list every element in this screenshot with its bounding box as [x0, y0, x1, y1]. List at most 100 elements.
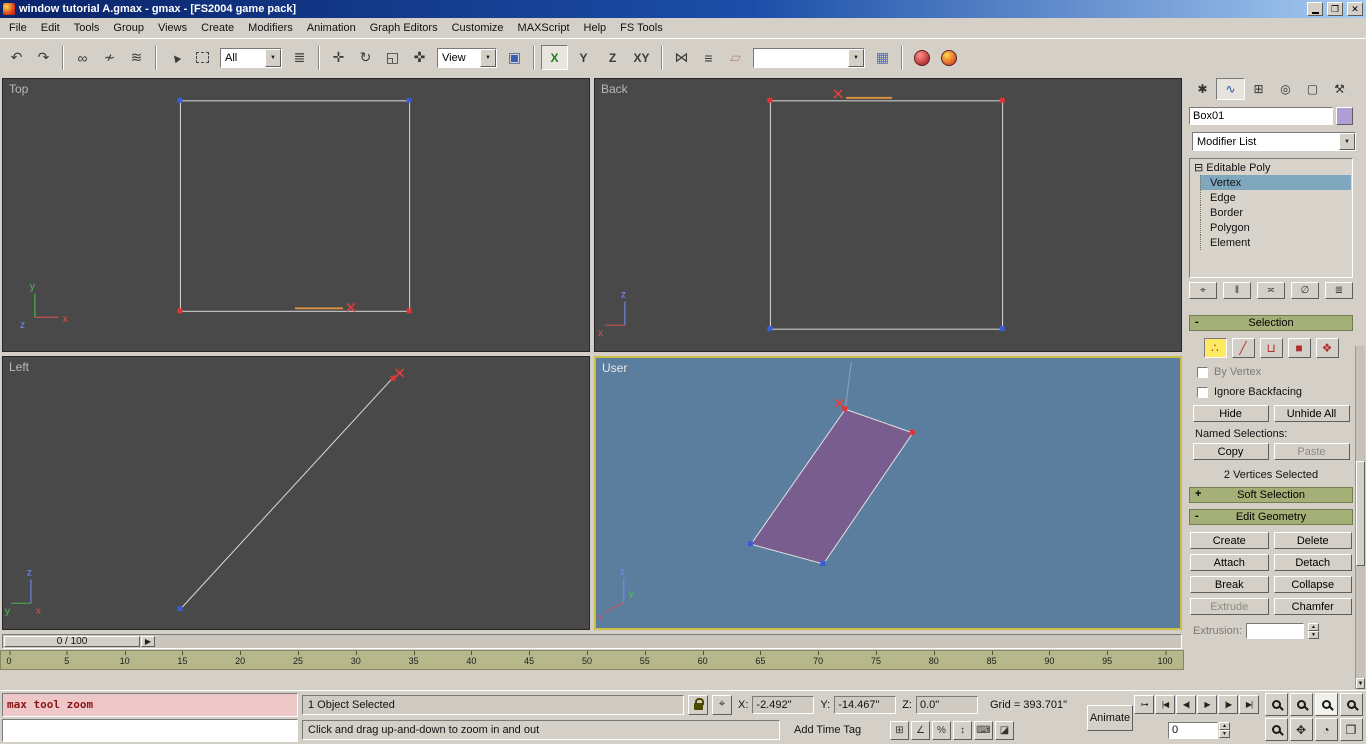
viewport-top[interactable]: Top — [2, 78, 590, 352]
create-button[interactable]: Create — [1190, 532, 1269, 549]
keyboard-override-icon[interactable]: ⌨ — [974, 721, 993, 740]
menu-item-file[interactable]: File — [2, 19, 34, 37]
track-bar[interactable]: 0510152025303540455055606570758085909510… — [0, 650, 1184, 670]
by-vertex-checkbox[interactable] — [1197, 367, 1208, 378]
scrollbar-down-button[interactable]: ▼ — [1356, 678, 1365, 689]
chevron-down-icon[interactable]: ▼ — [480, 49, 496, 67]
select-and-move-icon[interactable]: ✛ — [326, 45, 351, 70]
coord-z-field[interactable]: 0.0" — [916, 696, 978, 714]
scrollbar-thumb[interactable] — [1356, 461, 1365, 566]
border-mode-icon[interactable]: ⊔ — [1260, 338, 1283, 358]
menu-item-tools[interactable]: Tools — [67, 19, 107, 37]
collapse-button[interactable]: Collapse — [1274, 576, 1353, 593]
percent-snap-icon[interactable]: % — [932, 721, 951, 740]
menu-item-customize[interactable]: Customize — [445, 19, 511, 37]
configure-modifier-sets-icon[interactable]: ≣ — [1325, 282, 1353, 299]
undo-icon[interactable]: ↶ — [4, 45, 29, 70]
listener-script-line[interactable] — [2, 719, 298, 743]
detach-button[interactable]: Detach — [1274, 554, 1353, 571]
zoom-extents-all-icon[interactable] — [1340, 693, 1363, 716]
tab-modify[interactable]: ∿ — [1216, 78, 1245, 100]
object-name-field[interactable]: Box01 — [1189, 107, 1333, 125]
extrusion-spinner[interactable]: ▲▼ — [1308, 623, 1319, 639]
viewport-left[interactable]: Left z y — [2, 356, 590, 630]
animate-button[interactable]: Animate — [1087, 705, 1133, 731]
select-and-manipulate-icon[interactable]: ✜ — [407, 45, 432, 70]
axis-constraint-y-button[interactable]: Y — [570, 45, 597, 70]
listener-macro-line[interactable]: max tool zoom — [2, 693, 298, 717]
panel-scrollbar[interactable]: ▼ — [1355, 346, 1365, 689]
window-minimize-button[interactable] — [1307, 2, 1323, 16]
spinner-up-icon[interactable]: ▲ — [1308, 623, 1319, 631]
spinner-snap-icon[interactable]: ↕ — [953, 721, 972, 740]
viewport-user-canvas[interactable]: z x y — [596, 358, 1180, 628]
stack-item-editable-poly[interactable]: ⊟ Editable Poly — [1191, 160, 1351, 175]
edge-mode-icon[interactable]: ╱ — [1232, 338, 1255, 358]
array-icon[interactable]: ▦ — [870, 45, 895, 70]
modifier-list-dropdown[interactable]: Modifier List ▼ — [1192, 132, 1356, 151]
angle-snap-icon[interactable]: ∠ — [911, 721, 930, 740]
element-mode-icon[interactable]: ❖ — [1316, 338, 1339, 358]
gizmo-x-marker[interactable] — [347, 303, 355, 311]
menu-item-create[interactable]: Create — [194, 19, 241, 37]
gizmo-x-marker[interactable] — [396, 369, 404, 377]
time-slider-advance-button[interactable]: ▶ — [141, 636, 155, 647]
extrude-button[interactable]: Extrude — [1190, 598, 1269, 615]
viewport-user[interactable]: User — [594, 356, 1182, 630]
select-and-rotate-icon[interactable]: ↻ — [353, 45, 378, 70]
show-end-result-icon[interactable]: ‖ — [1223, 282, 1251, 299]
snaps-toggle-icon[interactable]: ⊞ — [890, 721, 909, 740]
go-to-end-button[interactable]: ▶| — [1239, 695, 1259, 714]
stack-item-border[interactable]: Border — [1200, 205, 1351, 220]
reference-coordinate-dropdown[interactable]: View▼ — [437, 48, 497, 68]
menu-item-views[interactable]: Views — [151, 19, 194, 37]
select-and-link-icon[interactable]: ∞ — [70, 45, 95, 70]
menu-item-animation[interactable]: Animation — [300, 19, 363, 37]
named-selection-sets-dropdown[interactable]: ▼ — [753, 48, 865, 68]
attach-button[interactable]: Attach — [1190, 554, 1269, 571]
stack-item-element[interactable]: Element — [1200, 235, 1351, 250]
tab-motion[interactable]: ◎ — [1272, 78, 1299, 100]
extrusion-field[interactable] — [1246, 623, 1304, 639]
fs-tools-render-icon[interactable] — [936, 45, 961, 70]
add-time-tag-label[interactable]: Add Time Tag — [794, 724, 880, 736]
coord-x-field[interactable]: -2.492" — [752, 696, 814, 714]
tab-hierarchy[interactable]: ⊞ — [1245, 78, 1272, 100]
material-editor-icon[interactable] — [909, 45, 934, 70]
chevron-down-icon[interactable]: ▼ — [848, 49, 864, 67]
select-and-scale-icon[interactable]: ◱ — [380, 45, 405, 70]
spinner-up-icon[interactable]: ▲ — [1219, 722, 1230, 730]
chamfer-button[interactable]: Chamfer — [1274, 598, 1353, 615]
degradation-toggle-icon[interactable]: ◪ — [995, 721, 1014, 740]
frame-number-field[interactable]: 0 — [1168, 722, 1218, 739]
viewport-top-canvas[interactable]: y x z — [3, 79, 589, 351]
zoom-icon[interactable] — [1265, 693, 1288, 716]
menu-item-graph-editors[interactable]: Graph Editors — [363, 19, 445, 37]
break-button[interactable]: Break — [1190, 576, 1269, 593]
absolute-mode-button[interactable]: ⌖ — [712, 695, 732, 715]
zoom-all-icon[interactable] — [1290, 693, 1313, 716]
remove-modifier-icon[interactable]: ∅ — [1291, 282, 1319, 299]
chevron-down-icon[interactable]: ▼ — [1339, 133, 1355, 150]
time-slider-thumb[interactable]: 0 / 100 — [4, 636, 140, 647]
stack-item-edge[interactable]: Edge — [1200, 190, 1351, 205]
spinner-down-icon[interactable]: ▼ — [1308, 631, 1319, 639]
menu-item-edit[interactable]: Edit — [34, 19, 67, 37]
play-button[interactable]: ▶ — [1197, 695, 1217, 714]
viewport-back[interactable]: Back — [594, 78, 1182, 352]
redo-icon[interactable]: ↷ — [31, 45, 56, 70]
gizmo-x-marker[interactable] — [834, 90, 842, 98]
pin-stack-icon[interactable]: ⌖ — [1189, 282, 1217, 299]
axis-constraint-xy-button[interactable]: XY — [628, 45, 655, 70]
use-pivot-center-icon[interactable]: ▣ — [502, 45, 527, 70]
polygon-mode-icon[interactable]: ■ — [1288, 338, 1311, 358]
copy-button[interactable]: Copy — [1193, 443, 1269, 460]
next-frame-button[interactable]: |▶ — [1218, 695, 1238, 714]
soft-selection-rollout-header[interactable]: + Soft Selection — [1189, 487, 1353, 503]
paste-button[interactable]: Paste — [1274, 443, 1350, 460]
previous-frame-button[interactable]: ◀| — [1176, 695, 1196, 714]
edit-geometry-rollout-header[interactable]: - Edit Geometry — [1189, 509, 1353, 525]
delete-button[interactable]: Delete — [1274, 532, 1353, 549]
axis-constraint-x-button[interactable]: X — [541, 45, 568, 70]
key-mode-toggle-button[interactable]: ⊶ — [1134, 695, 1154, 714]
